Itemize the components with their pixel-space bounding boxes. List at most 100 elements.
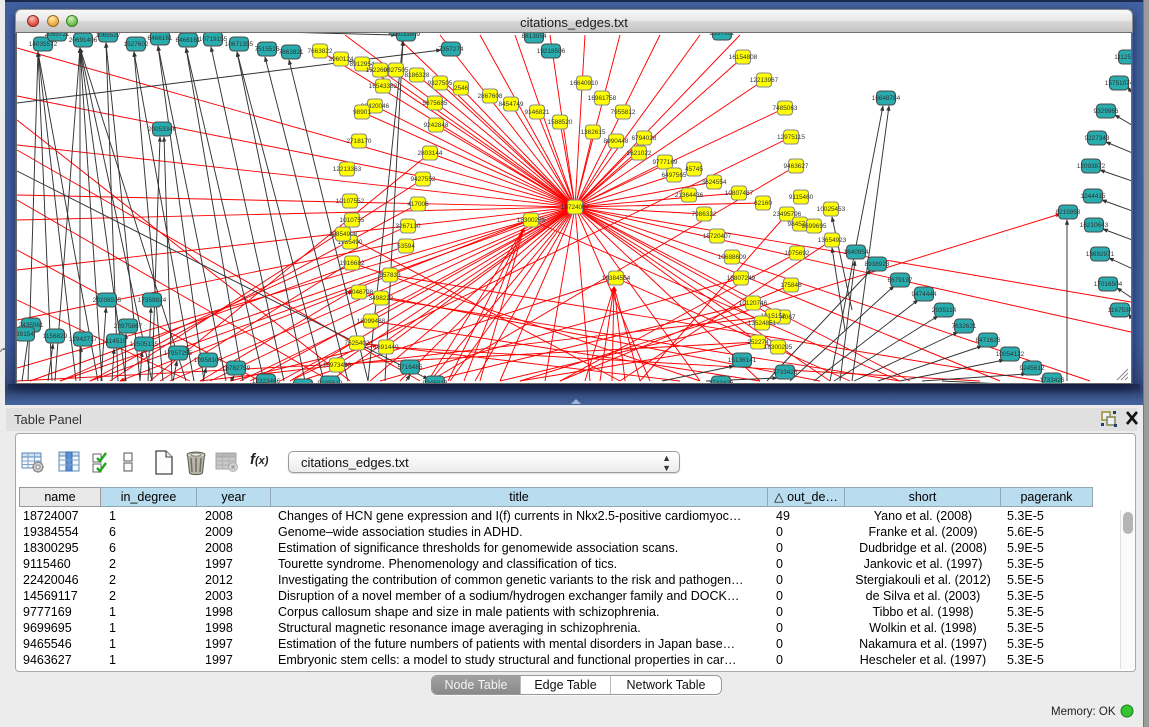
svg-text:12093872: 12093872 (1077, 163, 1106, 170)
svg-text:10973493: 10973493 (323, 362, 352, 369)
svg-text:9227343: 9227343 (1085, 135, 1110, 142)
svg-text:15136141: 15136141 (728, 357, 757, 364)
svg-text:23975867: 23975867 (114, 323, 143, 330)
svg-text:9115460: 9115460 (789, 194, 814, 201)
svg-text:8454749: 8454749 (499, 101, 524, 108)
svg-text:10107552: 10107552 (336, 198, 365, 205)
svg-text:2718170: 2718170 (347, 138, 372, 145)
svg-text:16210643: 16210643 (1080, 222, 1109, 229)
svg-text:10025453: 10025453 (817, 206, 846, 213)
svg-text:1167534: 1167534 (1108, 307, 1132, 314)
svg-text:12975115: 12975115 (777, 134, 805, 141)
svg-text:1075692: 1075692 (785, 250, 810, 257)
svg-text:17016504: 17016504 (1094, 281, 1123, 288)
svg-text:20206535: 20206535 (93, 297, 122, 304)
svg-text:16961758: 16961758 (588, 95, 617, 102)
svg-text:1588520: 1588520 (548, 119, 573, 126)
svg-text:8813054: 8813054 (522, 33, 547, 40)
svg-text:1733426: 1733426 (1040, 377, 1065, 384)
svg-text:15751074: 15751074 (1105, 80, 1132, 87)
svg-text:857833: 857833 (379, 272, 401, 279)
svg-text:10807487: 10807487 (725, 190, 754, 197)
svg-text:5875685: 5875685 (423, 100, 448, 107)
svg-text:18300295: 18300295 (764, 344, 793, 351)
svg-text:13692971: 13692971 (1086, 251, 1115, 258)
svg-text:7625402: 7625402 (345, 340, 370, 347)
svg-text:7515526: 7515526 (255, 46, 280, 53)
svg-text:16033809: 16033809 (392, 33, 421, 38)
svg-text:9777169: 9777169 (653, 159, 678, 166)
svg-text:1156829: 1156829 (43, 333, 68, 340)
svg-text:18099488: 18099488 (357, 318, 386, 325)
svg-text:21364436: 21364436 (675, 192, 704, 199)
svg-text:7632621: 7632621 (952, 323, 977, 330)
svg-text:1621022: 1621022 (627, 150, 652, 157)
svg-text:8186328: 8186328 (405, 72, 430, 79)
svg-text:9327505: 9327505 (428, 80, 453, 87)
svg-text:7485063: 7485063 (773, 105, 798, 112)
svg-text:175846: 175846 (780, 282, 802, 289)
svg-text:10688609: 10688609 (718, 254, 747, 261)
svg-text:2935114: 2935114 (932, 307, 957, 314)
svg-text:9427552: 9427552 (411, 176, 436, 183)
svg-text:45745: 45745 (685, 166, 703, 173)
svg-text:1916682: 1916682 (340, 260, 365, 267)
svg-text:16543382: 16543382 (369, 83, 398, 90)
svg-text:19854908: 19854908 (329, 231, 358, 238)
svg-text:19384554: 19384554 (602, 275, 631, 282)
svg-text:8471626: 8471626 (976, 337, 1001, 344)
svg-text:12213363: 12213363 (333, 166, 362, 173)
svg-text:12942737: 12942737 (69, 336, 98, 343)
svg-text:417006: 417006 (407, 201, 429, 208)
svg-text:16640910: 16640910 (570, 80, 599, 87)
svg-text:3267130: 3267130 (396, 223, 421, 230)
svg-text:39154: 39154 (17, 331, 34, 338)
svg-text:17957255: 17957255 (164, 350, 193, 357)
svg-text:19218506: 19218506 (537, 48, 566, 55)
svg-text:6497565: 6497565 (662, 172, 687, 179)
svg-text:9463627: 9463627 (784, 163, 809, 170)
svg-text:8215958: 8215958 (1056, 209, 1081, 216)
svg-text:62160: 62160 (754, 200, 772, 207)
svg-text:7986322: 7986322 (692, 211, 717, 218)
svg-text:1362615: 1362615 (581, 129, 606, 136)
svg-text:6794028: 6794028 (632, 135, 657, 142)
svg-text:8990448: 8990448 (604, 138, 629, 145)
svg-text:9242848: 9242848 (424, 122, 449, 129)
svg-text:7663821: 7663821 (279, 49, 304, 56)
svg-text:6679197: 6679197 (888, 277, 913, 284)
svg-text:1691440: 1691440 (374, 344, 399, 351)
svg-text:16782759: 16782759 (222, 365, 251, 372)
svg-text:12213967: 12213967 (750, 77, 779, 84)
svg-text:10671355: 10671355 (225, 41, 254, 48)
svg-text:1010755: 1010755 (340, 217, 365, 224)
svg-text:18300295: 18300295 (517, 217, 546, 224)
svg-text:2867608: 2867608 (478, 93, 503, 100)
svg-text:10054122: 10054122 (996, 351, 1025, 358)
svg-text:20691406: 20691406 (69, 37, 98, 44)
svg-text:9245612: 9245612 (1020, 365, 1045, 372)
svg-text:53594: 53594 (397, 243, 415, 250)
svg-text:5716485: 5716485 (398, 364, 423, 371)
svg-text:17359924: 17359924 (138, 297, 167, 304)
svg-text:7357274: 7357274 (439, 46, 464, 53)
svg-text:1640954: 1640954 (844, 249, 869, 256)
svg-text:8938923: 8938923 (865, 261, 890, 268)
svg-text:20053346: 20053346 (148, 126, 177, 133)
svg-text:3498222: 3498222 (369, 295, 394, 302)
svg-text:114519: 114519 (106, 338, 127, 345)
svg-text:2055721: 2055721 (45, 33, 70, 38)
svg-text:9146821: 9146821 (525, 109, 550, 116)
svg-text:12505135: 12505135 (130, 341, 159, 348)
svg-text:10120746: 10120746 (739, 300, 768, 307)
svg-text:1527602: 1527602 (124, 41, 149, 48)
svg-text:13654923: 13654923 (818, 237, 847, 244)
svg-text:6466161: 6466161 (176, 37, 201, 44)
svg-text:2803144: 2803144 (418, 150, 443, 157)
svg-text:3624554: 3624554 (702, 179, 727, 186)
svg-text:9474444: 9474444 (912, 291, 937, 298)
svg-text:11125419: 11125419 (1114, 54, 1132, 61)
svg-text:7955812: 7955812 (611, 109, 636, 116)
svg-text:1065527: 1065527 (96, 33, 121, 39)
svg-text:9329966: 9329966 (1094, 108, 1119, 115)
